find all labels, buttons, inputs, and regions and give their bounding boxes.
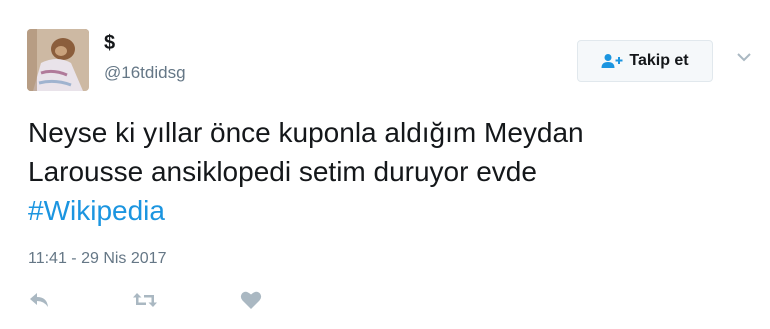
add-user-icon xyxy=(601,53,623,69)
tweet-text-line-2: Larousse ansiklopedi setim duruyor evde xyxy=(28,156,537,187)
follow-button[interactable]: Takip et xyxy=(577,40,713,82)
tweet-timestamp[interactable]: 11:41 - 29 Nis 2017 xyxy=(28,250,166,268)
avatar[interactable] xyxy=(27,29,89,91)
avatar-image xyxy=(27,29,89,91)
tweet-card: $ @16tdidsg Takip et Neyse ki yıllar önc… xyxy=(0,0,770,329)
user-handle[interactable]: @16tdidsg xyxy=(104,63,186,83)
retweet-icon[interactable] xyxy=(132,290,158,312)
hashtag-link[interactable]: #Wikipedia xyxy=(28,191,748,230)
reply-icon[interactable] xyxy=(28,290,50,312)
follow-button-label: Takip et xyxy=(629,52,689,69)
tweet-text: Neyse ki yıllar önce kuponla aldığım Mey… xyxy=(28,113,748,230)
display-name[interactable]: $ xyxy=(104,32,115,55)
heart-icon[interactable] xyxy=(240,290,262,312)
chevron-down-icon[interactable] xyxy=(734,50,754,64)
tweet-text-line-1: Neyse ki yıllar önce kuponla aldığım Mey… xyxy=(28,117,584,148)
